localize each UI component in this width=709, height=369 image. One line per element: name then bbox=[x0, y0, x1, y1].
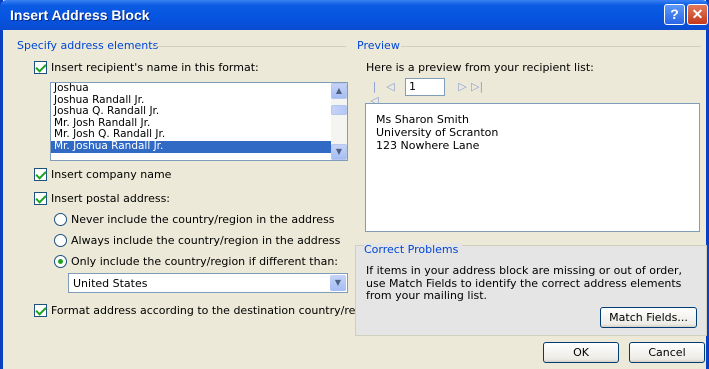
insert-company-label: Insert company name bbox=[51, 168, 172, 181]
match-fields-button[interactable]: Match Fields... bbox=[600, 307, 697, 328]
preview-label: Preview bbox=[357, 39, 400, 52]
address-line: Ms Sharon Smith bbox=[376, 113, 469, 126]
format-address-label: Format address according to the destinat… bbox=[51, 304, 380, 317]
first-record-icon[interactable]: |◁ bbox=[369, 80, 380, 107]
insert-postal-checkbox[interactable] bbox=[34, 192, 47, 205]
radio-never-label: Never include the country/region in the … bbox=[71, 213, 335, 226]
group-divider bbox=[401, 46, 701, 47]
correct-problems-text: If items in your address block are missi… bbox=[366, 264, 683, 302]
insert-postal-label: Insert postal address: bbox=[51, 192, 171, 205]
radio-always-label: Always include the country/region in the… bbox=[71, 234, 341, 247]
address-line: 123 Nowhere Lane bbox=[376, 139, 480, 152]
correct-problems-label: Correct Problems bbox=[364, 243, 463, 256]
close-button[interactable]: ✕ bbox=[687, 4, 708, 25]
listbox-scrollbar[interactable]: ▲ ▼ bbox=[331, 83, 347, 160]
radio-only-label: Only include the country/region if diffe… bbox=[71, 255, 338, 268]
title-bar[interactable]: Insert Address Block ? ✕ bbox=[0, 0, 709, 30]
insert-name-label: Insert recipient's name in this format: bbox=[51, 61, 259, 74]
radio-only-if-different[interactable] bbox=[54, 255, 67, 268]
specify-address-elements-label: Specify address elements bbox=[17, 39, 159, 52]
insert-name-checkbox[interactable] bbox=[34, 61, 47, 74]
list-item[interactable]: Joshua bbox=[51, 83, 331, 95]
scroll-thumb[interactable] bbox=[331, 105, 347, 115]
help-button[interactable]: ? bbox=[664, 4, 685, 25]
chevron-down-icon[interactable]: ▼ bbox=[330, 275, 346, 291]
scroll-down-icon[interactable]: ▼ bbox=[331, 144, 347, 160]
cancel-button[interactable]: Cancel bbox=[629, 342, 705, 363]
insert-company-checkbox[interactable] bbox=[34, 168, 47, 181]
country-region-dropdown[interactable]: United States ▼ bbox=[68, 273, 348, 293]
radio-never-include[interactable] bbox=[54, 213, 67, 226]
list-item-selected[interactable]: Mr. Joshua Randall Jr. bbox=[51, 140, 331, 153]
last-record-icon[interactable]: ▷| bbox=[471, 80, 483, 94]
format-address-checkbox[interactable] bbox=[34, 304, 47, 317]
preview-intro-text: Here is a preview from your recipient li… bbox=[366, 61, 594, 74]
name-format-listbox[interactable]: Joshua Joshua Randall Jr. Joshua Q. Rand… bbox=[50, 82, 348, 161]
address-line: University of Scranton bbox=[376, 126, 499, 139]
address-preview-pane: Ms Sharon Smith University of Scranton 1… bbox=[365, 103, 700, 232]
radio-always-include[interactable] bbox=[54, 234, 67, 247]
group-divider bbox=[153, 46, 346, 47]
dialog-title: Insert Address Block bbox=[10, 7, 150, 23]
country-value: United States bbox=[73, 277, 148, 290]
record-number-input[interactable]: 1 bbox=[405, 78, 445, 96]
scroll-up-icon[interactable]: ▲ bbox=[331, 83, 347, 99]
preview-address: Ms Sharon Smith University of Scranton 1… bbox=[376, 113, 498, 152]
correct-problems-panel: Correct Problems If items in your addres… bbox=[355, 243, 707, 336]
ok-button[interactable]: OK bbox=[543, 342, 619, 363]
insert-address-block-dialog: Insert Address Block ? ✕ Specify address… bbox=[0, 0, 709, 369]
previous-record-icon[interactable]: ◁ bbox=[385, 80, 396, 94]
next-record-icon[interactable]: ▷ bbox=[457, 80, 468, 94]
